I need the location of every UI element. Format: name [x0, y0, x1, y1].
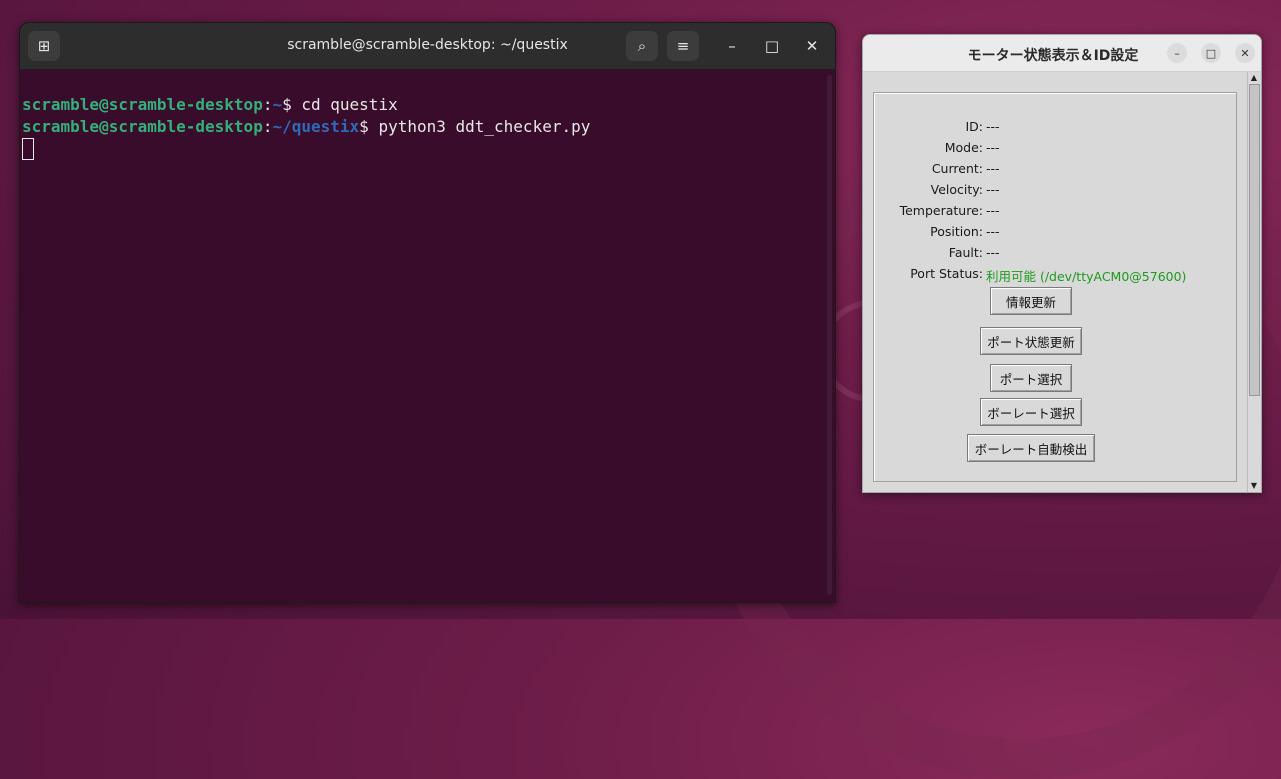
maximize-icon: □ [764, 37, 780, 55]
search-icon: ⌕ [637, 37, 647, 55]
field-value: --- [986, 119, 1000, 134]
command-text: python3 ddt_checker.py [378, 117, 591, 136]
prompt-dollar: $ [282, 95, 302, 114]
field-row-mode: Mode: --- [874, 140, 1234, 161]
field-value: --- [986, 203, 1000, 218]
motor-info-frame: ID: --- Mode: --- Current: --- Velocity:… [873, 92, 1237, 482]
field-value: --- [986, 224, 1000, 239]
prompt-user: scramble@scramble-desktop [22, 95, 263, 114]
field-row-current: Current: --- [874, 161, 1234, 182]
close-icon: ✕ [1240, 46, 1250, 60]
field-row-port-status: Port Status: 利用可能 (/dev/ttyACM0@57600) [874, 266, 1234, 287]
field-label: Port Status: [910, 266, 983, 281]
command-text: cd questix [301, 95, 398, 114]
field-row-temperature: Temperature: --- [874, 203, 1234, 224]
select-baudrate-button[interactable]: ボーレート選択 [980, 398, 1082, 426]
port-status-value: 利用可能 (/dev/ttyACM0@57600) [986, 269, 1187, 284]
motor-window-title: モーター状態表示＆ID設定 [967, 48, 1139, 64]
close-icon: ✕ [805, 37, 819, 55]
hamburger-menu-icon: ≡ [676, 37, 690, 55]
refresh-info-button[interactable]: 情報更新 [990, 287, 1072, 315]
prompt-user: scramble@scramble-desktop [22, 117, 263, 136]
field-row-id: ID: --- [874, 119, 1234, 140]
field-row-velocity: Velocity: --- [874, 182, 1234, 203]
maximize-icon: □ [1205, 46, 1217, 60]
field-row-fault: Fault: --- [874, 245, 1234, 266]
minimize-icon: – [728, 37, 736, 55]
motor-window-titlebar[interactable]: モーター状態表示＆ID設定 – □ ✕ [863, 35, 1261, 72]
field-label: Current: [931, 161, 983, 176]
search-button[interactable]: ⌕ [626, 31, 658, 61]
field-row-position: Position: --- [874, 224, 1234, 245]
motor-close-button[interactable]: ✕ [1235, 43, 1255, 63]
field-value: --- [986, 161, 1000, 176]
auto-detect-baudrate-button[interactable]: ボーレート自動検出 [967, 434, 1095, 462]
field-value: --- [986, 245, 1000, 260]
text-cursor [22, 138, 34, 160]
select-port-button[interactable]: ポート選択 [990, 364, 1072, 392]
minimize-icon: – [1174, 46, 1180, 60]
field-value: --- [986, 140, 1000, 155]
motor-status-window[interactable]: モーター状態表示＆ID設定 – □ ✕ ID: --- Mode: --- Cu… [862, 34, 1262, 493]
field-label: Temperature: [899, 203, 983, 218]
terminal-window[interactable]: ⊞ scramble@scramble-desktop: ~/questix ⌕… [19, 22, 836, 603]
field-label: Position: [930, 224, 983, 239]
terminal-titlebar[interactable]: ⊞ scramble@scramble-desktop: ~/questix ⌕… [20, 23, 835, 70]
scroll-up-arrow-icon[interactable]: ▲ [1249, 73, 1259, 83]
field-label: Velocity: [930, 182, 983, 197]
terminal-line: scramble@scramble-desktop:~$ cd questix [22, 94, 835, 116]
prompt-path: ~ [272, 95, 283, 114]
menu-button[interactable]: ≡ [667, 31, 699, 61]
field-label: Fault: [948, 245, 983, 260]
scroll-down-arrow-icon[interactable]: ▼ [1249, 481, 1259, 491]
close-button[interactable]: ✕ [796, 31, 828, 61]
terminal-cursor-line [22, 138, 835, 162]
terminal-title: scramble@scramble-desktop: ~/questix [287, 37, 568, 53]
refresh-port-button[interactable]: ポート状態更新 [980, 327, 1082, 355]
minimize-button[interactable]: – [716, 31, 748, 61]
motor-maximize-button[interactable]: □ [1201, 43, 1221, 63]
field-value: --- [986, 182, 1000, 197]
motor-minimize-button[interactable]: – [1167, 43, 1187, 63]
scrollbar-thumb[interactable] [1249, 84, 1260, 396]
terminal-line: scramble@scramble-desktop:~/questix$ pyt… [22, 116, 835, 138]
field-label: Mode: [944, 140, 983, 155]
motor-window-content: ID: --- Mode: --- Current: --- Velocity:… [863, 72, 1261, 492]
terminal-output[interactable]: scramble@scramble-desktop:~$ cd questix s… [20, 70, 835, 206]
prompt-dollar: $ [359, 117, 379, 136]
terminal-scrollbar[interactable] [827, 75, 832, 595]
motor-window-scrollbar[interactable]: ▲ ▼ [1247, 72, 1260, 492]
maximize-button[interactable]: □ [756, 31, 788, 61]
prompt-path: ~/questix [272, 117, 360, 136]
field-label: ID: [965, 119, 983, 134]
